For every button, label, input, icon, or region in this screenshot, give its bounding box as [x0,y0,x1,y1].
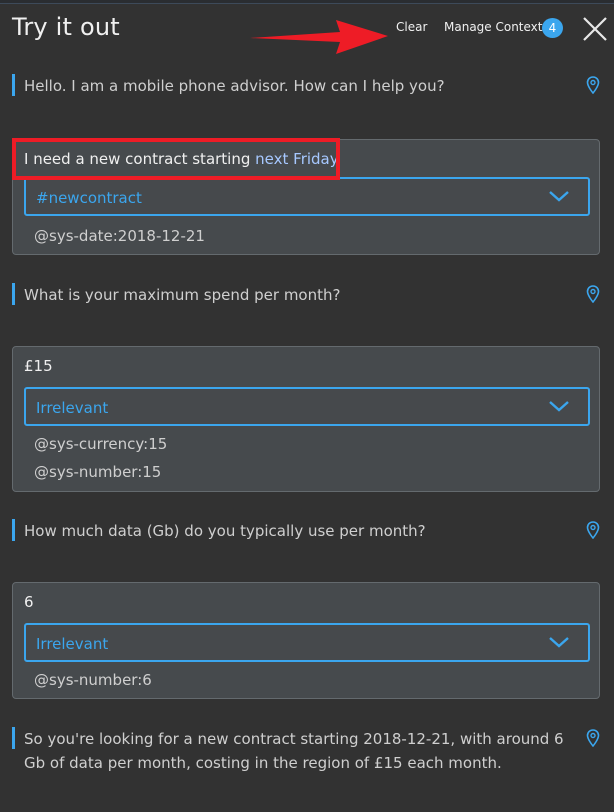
bot-message-bar [12,519,15,541]
user-message-text: I need a new contract starting next Frid… [24,150,339,168]
intent-select[interactable]: Irrelevant [24,387,590,426]
user-message-text: £15 [24,357,53,375]
bot-message: Hello. I am a mobile phone advisor. How … [12,74,602,98]
entity-tag[interactable]: @sys-date:2018-12-21 [34,227,205,245]
chevron-down-icon[interactable] [548,399,570,413]
bot-message-text: How much data (Gb) do you typically use … [24,522,426,540]
intent-value: Irrelevant [36,399,109,417]
manage-context-button[interactable]: Manage Context [444,20,543,34]
bot-message-bar [12,727,15,749]
entity-tag[interactable]: @sys-number:15 [34,463,161,481]
page-title: Try it out [12,13,120,41]
context-count-badge[interactable]: 4 [542,18,563,38]
intent-value: #newcontract [36,189,142,207]
bot-message-bar [12,283,15,305]
entity-tag[interactable]: @sys-number:6 [34,671,152,689]
entity-tag[interactable]: @sys-currency:15 [34,435,167,453]
chevron-down-icon[interactable] [548,189,570,203]
user-message-plain-text: I need a new contract starting [24,150,256,168]
entity-highlight: next Friday [255,150,339,168]
location-pin-icon[interactable] [586,729,600,747]
chevron-down-icon[interactable] [548,635,570,649]
bot-message: So you're looking for a new contract sta… [12,727,602,775]
location-pin-icon[interactable] [586,521,600,539]
bot-message-bar [12,74,15,96]
user-message-panel: £15 Irrelevant @sys-currency:15 @sys-num… [12,346,600,492]
user-message-panel: 6 Irrelevant @sys-number:6 [12,582,600,699]
intent-select[interactable]: #newcontract [24,177,590,216]
annotation-arrow-icon [250,20,388,54]
bot-message-text: What is your maximum spend per month? [24,286,341,304]
intent-value: Irrelevant [36,635,109,653]
close-icon[interactable] [581,15,609,43]
intent-select[interactable]: Irrelevant [24,623,590,662]
user-message-text: 6 [24,593,34,611]
bot-message-text: So you're looking for a new contract sta… [24,730,564,772]
user-message-panel: I need a new contract starting next Frid… [12,139,600,255]
location-pin-icon[interactable] [586,76,600,94]
bot-message: How much data (Gb) do you typically use … [12,519,602,543]
header: Try it out Clear Manage Context 4 [0,4,614,54]
clear-button[interactable]: Clear [396,20,427,34]
bot-message-text: Hello. I am a mobile phone advisor. How … [24,77,445,95]
bot-message: What is your maximum spend per month? [12,283,602,307]
location-pin-icon[interactable] [586,285,600,303]
